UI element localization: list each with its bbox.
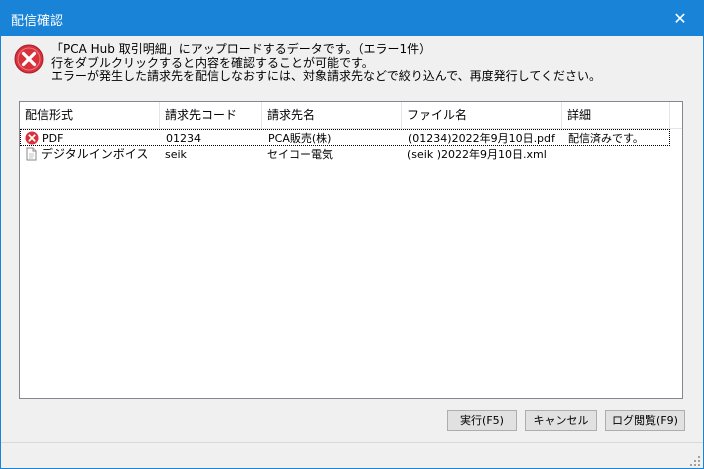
error-icon	[14, 44, 44, 74]
window-title: 配信確認	[11, 14, 64, 29]
cell-file: (seik )2022年9月10日.xml	[407, 148, 547, 161]
delivery-list[interactable]: 配信形式 請求先コード 請求先名 ファイル名 詳細 PDF 01234 PCA販…	[19, 101, 683, 399]
cell-format: PDF	[42, 132, 64, 145]
close-button[interactable]: ✕	[657, 1, 703, 36]
column-header-detail[interactable]: 詳細	[562, 102, 670, 128]
cell-name: セイコー電気	[267, 148, 333, 161]
message-line-2: 行をダブルクリックすると内容を確認することが可能です。	[51, 56, 374, 70]
cell-file: (01234)2022年9月10日.pdf	[408, 132, 555, 145]
cell-detail: 配信済みです。	[568, 132, 644, 145]
confirm-dialog: 配信確認 ✕ 「PCA Hub 取引明細」にアップロードするデータです。（エラー…	[0, 0, 704, 469]
resize-grip-icon[interactable]	[689, 455, 701, 467]
cell-format: デジタルインボイス	[41, 147, 149, 161]
cancel-button[interactable]: キャンセル	[525, 410, 597, 431]
column-header-format[interactable]: 配信形式	[20, 102, 160, 128]
document-icon	[26, 147, 37, 161]
cell-code: 01234	[166, 132, 201, 145]
log-view-button[interactable]: ログ閲覧(F9)	[605, 410, 685, 431]
title-bar[interactable]: 配信確認 ✕	[1, 1, 703, 36]
column-header-name[interactable]: 請求先名	[262, 102, 402, 128]
table-row[interactable]: デジタルインボイス seik セイコー電気 (seik )2022年9月10日.…	[20, 146, 670, 163]
cell-name: PCA販売(株)	[268, 132, 332, 145]
list-header: 配信形式 請求先コード 請求先名 ファイル名 詳細	[20, 102, 682, 129]
message-line-1: 「PCA Hub 取引明細」にアップロードするデータです。（エラー1件）	[51, 42, 432, 56]
message-line-3: エラーが発生した請求先を配信しなおすには、対象請求先などで絞り込んで、再度発行し…	[51, 69, 601, 83]
status-bar	[1, 442, 703, 469]
column-header-file[interactable]: ファイル名	[402, 102, 562, 128]
execute-button[interactable]: 実行(F5)	[447, 410, 517, 431]
column-header-code[interactable]: 請求先コード	[160, 102, 262, 128]
table-row[interactable]: PDF 01234 PCA販売(株) (01234)2022年9月10日.pdf…	[20, 129, 670, 146]
cell-code: seik	[165, 148, 187, 161]
error-icon	[25, 131, 39, 145]
